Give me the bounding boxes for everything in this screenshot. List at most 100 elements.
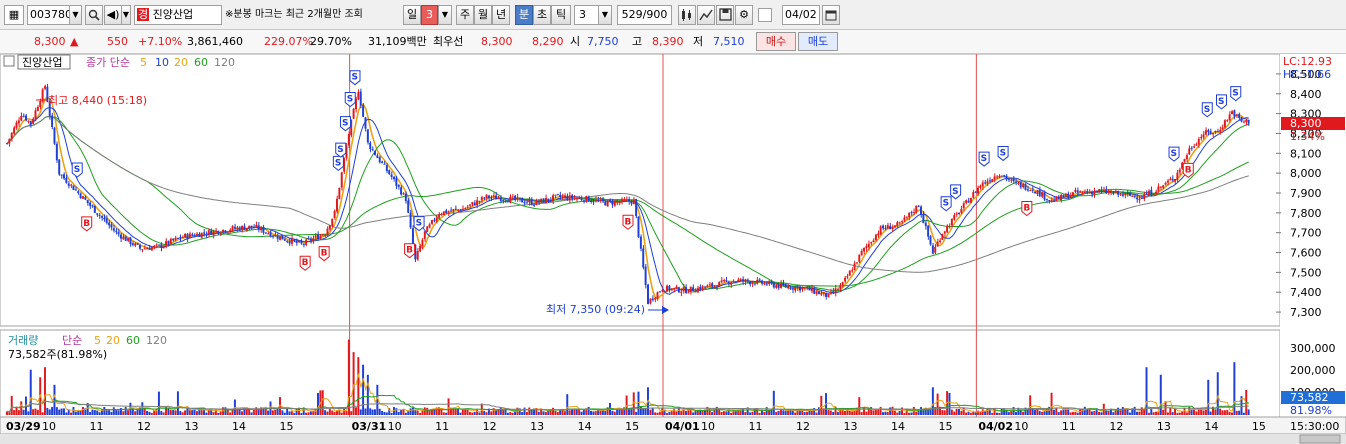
candle-body bbox=[390, 174, 393, 178]
volume-bar bbox=[395, 408, 398, 415]
candle-body bbox=[100, 215, 103, 218]
volume-bar bbox=[1150, 409, 1153, 415]
signal-marker-label: B bbox=[1185, 165, 1192, 175]
volume-bar bbox=[10, 395, 13, 415]
panel-menu-icon[interactable] bbox=[3, 55, 15, 67]
candle-body bbox=[1228, 114, 1231, 121]
stock-code-input[interactable]: 003780 bbox=[27, 5, 70, 25]
candle-body bbox=[504, 200, 507, 202]
volume-bar bbox=[354, 407, 357, 415]
speaker-icon[interactable]: ◀) bbox=[104, 5, 122, 25]
volume-current-pct: 81.98% bbox=[1290, 404, 1332, 417]
volume-bar bbox=[91, 409, 94, 415]
volume-bar bbox=[283, 412, 286, 415]
stock-name-field[interactable]: 경 진양산업 bbox=[134, 5, 222, 25]
candle-body bbox=[293, 239, 296, 241]
candle-body bbox=[260, 227, 262, 231]
candle-body bbox=[191, 234, 194, 236]
tab-year[interactable]: 년 bbox=[492, 5, 510, 25]
candle-body bbox=[17, 120, 20, 124]
candle-body bbox=[1114, 191, 1117, 194]
x-axis-label: 11 bbox=[749, 420, 763, 433]
candle-body bbox=[295, 240, 298, 243]
x-axis-label: 11 bbox=[435, 420, 449, 433]
volume-bar bbox=[955, 408, 958, 415]
search-icon[interactable] bbox=[85, 5, 103, 25]
candle-body bbox=[51, 115, 54, 127]
volume-bar bbox=[110, 411, 113, 415]
ma-period-20: 20 bbox=[174, 56, 188, 69]
volume-bar bbox=[1076, 412, 1079, 415]
candle-body bbox=[328, 225, 331, 230]
layout-icon[interactable]: ▦ bbox=[4, 5, 24, 25]
signal-marker-label: S bbox=[74, 165, 80, 175]
volume-bar bbox=[293, 412, 296, 415]
volume-bar bbox=[658, 411, 661, 415]
save-icon[interactable] bbox=[716, 5, 734, 25]
chart-area[interactable]: 8,500 8,400 8,300 8,200 8,100 8,000 7,900 7,800… bbox=[0, 53, 1346, 444]
candle-body bbox=[1216, 131, 1219, 133]
date-checkbox[interactable] bbox=[758, 8, 772, 22]
volume-bar bbox=[858, 397, 861, 415]
candle-body bbox=[445, 210, 448, 214]
speaker-dropdown-icon[interactable]: ▼ bbox=[121, 5, 131, 25]
tab-second[interactable]: 초 bbox=[533, 5, 551, 25]
buy-button[interactable]: 매수 bbox=[756, 32, 796, 51]
candle-body bbox=[373, 150, 376, 156]
candle-body bbox=[24, 115, 27, 121]
candle-body bbox=[839, 285, 842, 289]
interval-input[interactable]: 3 bbox=[574, 5, 599, 25]
volume-bar bbox=[943, 410, 946, 415]
tab-day-count[interactable]: 3 bbox=[421, 5, 438, 25]
x-axis-label: 04/02 bbox=[978, 420, 1013, 433]
candle-body bbox=[1242, 121, 1245, 123]
candle-body bbox=[1119, 193, 1122, 195]
candle-body bbox=[611, 201, 614, 205]
x-axis-label: 13 bbox=[185, 420, 199, 433]
volume-bar bbox=[851, 411, 854, 415]
candle-body bbox=[6, 143, 8, 145]
tab-tick[interactable]: 틱 bbox=[551, 5, 571, 25]
candle-body bbox=[561, 196, 564, 198]
chart-scrollbar-thumb[interactable] bbox=[1299, 434, 1341, 444]
date-input[interactable]: 04/02 bbox=[782, 5, 820, 25]
candle-body bbox=[931, 245, 934, 254]
candle-body bbox=[433, 219, 436, 221]
candle-body bbox=[229, 229, 232, 231]
candle-body bbox=[1083, 191, 1086, 193]
candle-body bbox=[283, 239, 286, 241]
volume-bar bbox=[1052, 409, 1055, 415]
candle-body bbox=[67, 183, 70, 186]
volume-bar bbox=[96, 410, 99, 415]
candle-body bbox=[571, 195, 573, 199]
candle-body bbox=[722, 280, 725, 282]
candle-body bbox=[492, 195, 495, 197]
candle-body bbox=[435, 217, 438, 222]
candle-body bbox=[1086, 191, 1089, 193]
calendar-icon[interactable] bbox=[822, 5, 840, 25]
interval-dropdown-icon[interactable]: ▼ bbox=[598, 5, 612, 25]
candle-body bbox=[36, 106, 39, 111]
stock-warning-badge: 경 bbox=[137, 8, 150, 21]
day-count-dropdown-icon[interactable]: ▼ bbox=[438, 5, 452, 25]
stock-code-dropdown-icon[interactable]: ▼ bbox=[69, 5, 82, 25]
tab-week[interactable]: 주 bbox=[456, 5, 474, 25]
trend-line-icon[interactable] bbox=[697, 5, 715, 25]
tab-day[interactable]: 일 bbox=[403, 5, 421, 25]
candle-body bbox=[701, 286, 704, 291]
price-tick-label: 8,000 bbox=[1290, 167, 1322, 180]
turnover-rate: 29.70% bbox=[310, 35, 352, 48]
tab-minute[interactable]: 분 bbox=[515, 5, 533, 25]
signal-marker-label: S bbox=[1204, 105, 1210, 115]
candle-style-icon[interactable] bbox=[678, 5, 696, 25]
price-panel-stock-label: 진양산업 bbox=[22, 56, 62, 69]
volume-bar bbox=[29, 369, 32, 415]
x-axis-label: 13 bbox=[530, 420, 544, 433]
tab-month[interactable]: 월 bbox=[474, 5, 492, 25]
gear-icon[interactable]: ⚙ bbox=[735, 5, 753, 25]
sell-button[interactable]: 매도 bbox=[798, 32, 838, 51]
volume-bar bbox=[478, 412, 481, 415]
volume-panel-title: 거래량 bbox=[8, 334, 38, 347]
ma-period-120: 120 bbox=[214, 56, 235, 69]
candle-body bbox=[243, 226, 246, 230]
